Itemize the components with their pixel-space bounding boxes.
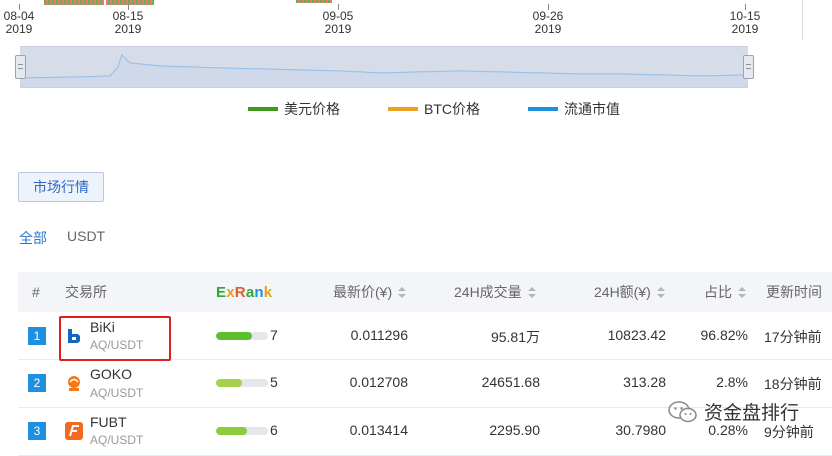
legend-market-cap[interactable]: 流通市值	[528, 100, 620, 118]
market-tab-button[interactable]: 市场行情	[18, 172, 104, 202]
header-rank: #	[32, 284, 40, 300]
exrank-bar-fill	[216, 332, 253, 340]
date-label: 08-15 2019	[112, 9, 144, 36]
legend-label: BTC价格	[424, 101, 480, 117]
header-price-label: 最新价(¥)	[333, 284, 393, 300]
exchange-name[interactable]: GOKO	[90, 366, 132, 382]
legend-swatch	[388, 107, 418, 111]
updated-cell: 18分钟前	[764, 376, 822, 392]
price-cell: 0.012708	[349, 374, 408, 390]
chart-volume-strip	[0, 0, 832, 8]
exchange-name[interactable]: FUBT	[90, 414, 127, 430]
header-volume-label: 24H成交量	[454, 284, 522, 300]
highlight-box	[59, 316, 171, 361]
amount-cell: 30.7980	[615, 422, 666, 438]
date-label: 08-04 2019	[3, 9, 35, 36]
date-label: 09-05 2019	[322, 9, 354, 36]
exrank-logo-text: ExRank	[216, 284, 273, 301]
updated-cell: 17分钟前	[764, 329, 822, 345]
exrank-score: 7	[270, 327, 278, 343]
header-updated: 更新时间	[766, 284, 822, 300]
trading-pair: AQ/USDT	[90, 433, 144, 447]
wechat-icon	[668, 400, 697, 422]
sort-icon[interactable]	[656, 287, 665, 299]
chart-border	[802, 0, 803, 40]
watermark-text: 资金盘排行	[704, 403, 800, 424]
exrank-bar-fill	[216, 427, 248, 435]
header-share[interactable]: 占比	[704, 272, 746, 312]
sort-icon[interactable]	[398, 287, 407, 299]
amount-cell: 10823.42	[607, 327, 666, 343]
legend-usd-price[interactable]: 美元价格	[248, 100, 340, 118]
updated-cell: 9分钟前	[764, 424, 814, 440]
header-price[interactable]: 最新价(¥)	[333, 272, 407, 312]
exrank-bar	[216, 427, 268, 435]
header-exrank: ExRank	[216, 272, 272, 312]
volume-cell: 2295.90	[489, 422, 540, 438]
exrank-bar	[216, 332, 268, 340]
rank-badge: 1	[28, 327, 46, 345]
rank-badge: 3	[28, 422, 46, 440]
date-label: 09-26 2019	[532, 9, 564, 36]
price-cell: 0.013414	[349, 422, 408, 438]
sort-icon[interactable]	[738, 287, 746, 299]
brush-right-handle[interactable]	[743, 55, 754, 79]
range-brush[interactable]	[20, 46, 748, 88]
volume-cell: 95.81万	[490, 329, 540, 345]
exrank-score: 5	[270, 374, 278, 390]
legend-swatch	[528, 107, 558, 111]
header-volume[interactable]: 24H成交量	[454, 272, 536, 312]
goko-logo-icon	[65, 374, 83, 392]
brush-left-handle[interactable]	[15, 55, 26, 79]
share-cell: 96.82%	[700, 327, 748, 343]
amount-cell: 313.28	[623, 374, 666, 390]
exrank-bar	[216, 379, 268, 387]
legend-btc-price[interactable]: BTC价格	[388, 100, 480, 118]
header-exchange: 交易所	[65, 284, 107, 300]
header-amount[interactable]: 24H额(¥)	[594, 272, 665, 312]
volume-cell: 24651.68	[481, 374, 540, 390]
legend-swatch	[248, 107, 278, 111]
exrank-score: 6	[270, 422, 278, 438]
exrank-bar-fill	[216, 379, 242, 387]
share-cell: 2.8%	[716, 374, 748, 390]
filter-usdt[interactable]: USDT	[67, 228, 105, 244]
header-share-label: 占比	[704, 284, 732, 300]
rank-badge: 2	[28, 374, 46, 392]
sort-icon[interactable]	[527, 287, 536, 299]
brush-preview-line	[20, 53, 748, 87]
header-amount-label: 24H额(¥)	[594, 284, 651, 300]
price-cell: 0.011296	[350, 327, 408, 343]
watermark: 资金盘排行	[668, 398, 799, 425]
filter-all[interactable]: 全部	[19, 228, 47, 248]
fubt-logo-icon	[65, 422, 83, 440]
date-label: 10-15 2019	[729, 9, 761, 36]
trading-pair: AQ/USDT	[90, 386, 144, 400]
legend-label: 美元价格	[284, 101, 340, 117]
legend-label: 流通市值	[564, 101, 620, 117]
